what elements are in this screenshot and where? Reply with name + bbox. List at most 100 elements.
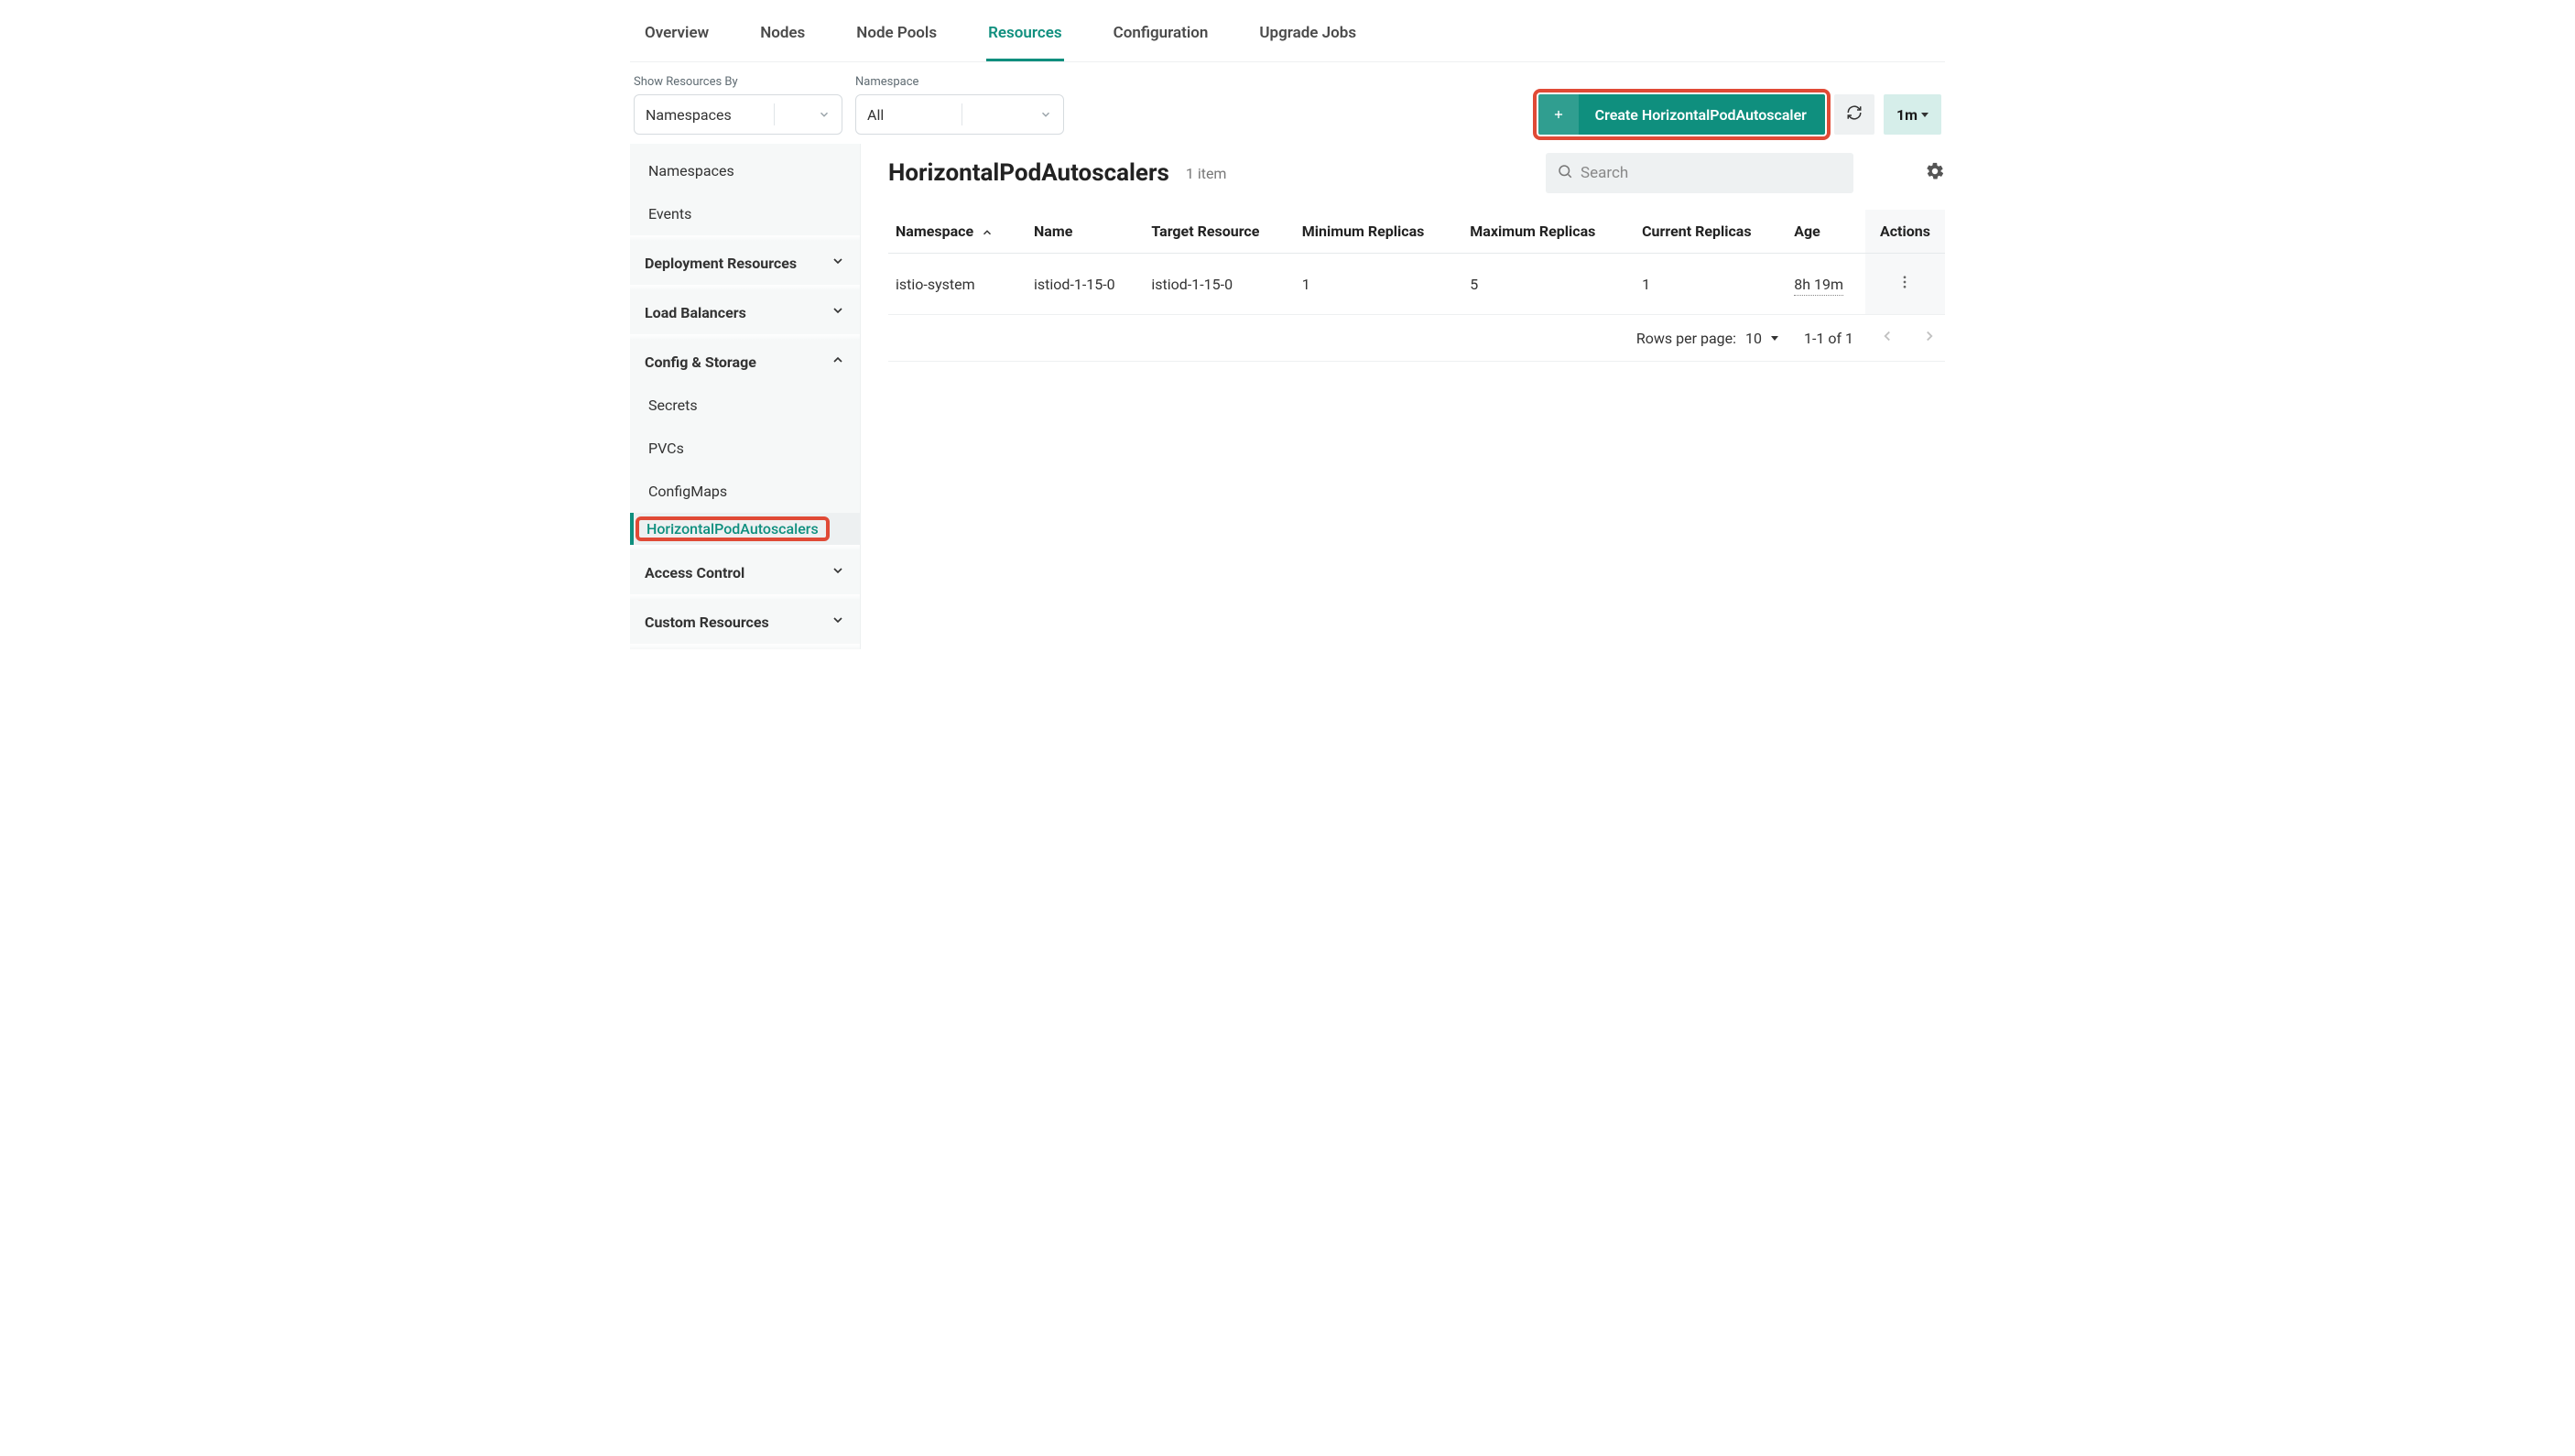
pagination: Rows per page: 10 1-1 of 1 [888,315,1945,362]
chevron-left-icon [1879,331,1896,348]
sidebar-item-pvcs[interactable]: PVCs [630,427,860,470]
chevron-down-icon [818,108,831,121]
chevron-right-icon [1921,331,1938,348]
sidebar-item-secrets[interactable]: Secrets [630,384,860,427]
col-actions: Actions [1865,210,1945,254]
sort-ascending-icon [981,226,994,239]
sidebar-item-label: Secrets [648,397,698,414]
cell-age: 8h 19m [1787,254,1865,315]
col-target-resource[interactable]: Target Resource [1144,210,1294,254]
sidebar-item-hpa[interactable]: HorizontalPodAutoscalers [630,513,860,545]
col-namespace[interactable]: Namespace [888,210,1027,254]
hpa-table: Namespace Name Target Resource Minimum R… [888,210,1945,315]
cell-max: 5 [1462,254,1635,315]
content-area: HorizontalPodAutoscalers 1 item [888,144,1945,362]
tab-node-pools[interactable]: Node Pools [854,15,939,61]
pagination-range: 1-1 of 1 [1804,330,1853,347]
col-label: Maximum Replicas [1470,223,1595,240]
sidebar-item-label: Events [648,205,691,223]
cell-name: istiod-1-15-0 [1027,254,1144,315]
sidebar-group-deployment-resources[interactable]: Deployment Resources [630,241,860,285]
table-row[interactable]: istio-system istiod-1-15-0 istiod-1-15-0… [888,254,1945,315]
col-name[interactable]: Name [1027,210,1144,254]
col-max-replicas[interactable]: Maximum Replicas [1462,210,1635,254]
resources-sidebar: Namespaces Events Deployment Resources L… [630,144,861,649]
tab-configuration[interactable]: Configuration [1112,15,1211,61]
col-label: Current Replicas [1642,223,1751,240]
highlight-create-button: Create HorizontalPodAutoscaler [1538,94,1825,135]
namespace-filter-value: All [867,106,884,124]
sidebar-group-label: Load Balancers [645,304,746,321]
refresh-interval-value: 1m [1896,106,1918,124]
chevron-down-icon [831,563,845,581]
col-min-replicas[interactable]: Minimum Replicas [1295,210,1463,254]
col-label: Name [1034,223,1072,240]
chevron-down-icon [831,303,845,321]
col-label: Minimum Replicas [1302,223,1425,240]
page-title: HorizontalPodAutoscalers [888,159,1169,187]
show-resources-by-select[interactable]: Namespaces [634,94,842,135]
plus-icon [1538,94,1579,135]
sidebar-item-label: HorizontalPodAutoscalers [639,515,826,543]
rows-per-page-select[interactable]: 10 [1745,330,1778,347]
sidebar-group-custom-resources[interactable]: Custom Resources [630,600,860,644]
chevron-down-icon [831,254,845,272]
next-page-button[interactable] [1921,328,1938,348]
cell-namespace: istio-system [888,254,1027,315]
sidebar-group-label: Custom Resources [645,614,769,631]
cell-min: 1 [1295,254,1463,315]
tab-upgrade-jobs[interactable]: Upgrade Jobs [1257,15,1358,61]
refresh-interval-select[interactable]: 1m [1884,94,1941,135]
sidebar-item-configmaps[interactable]: ConfigMaps [630,470,860,513]
sidebar-item-events[interactable]: Events [630,192,860,235]
search-field-wrap[interactable] [1546,153,1853,193]
caret-down-icon [1921,113,1929,117]
sidebar-group-label: Deployment Resources [645,255,797,272]
col-label: Actions [1880,223,1930,240]
rows-per-page-label: Rows per page: [1636,330,1736,347]
sidebar-item-label: ConfigMaps [648,483,727,500]
sidebar-item-namespaces[interactable]: Namespaces [630,149,860,192]
namespace-filter-select[interactable]: All [855,94,1064,135]
search-input[interactable] [1581,164,1842,182]
create-hpa-button[interactable]: Create HorizontalPodAutoscaler [1538,94,1825,135]
col-label: Target Resource [1151,223,1259,240]
sidebar-group-config-storage[interactable]: Config & Storage [630,340,860,384]
kebab-icon [1896,274,1913,294]
sidebar-group-label: Access Control [645,564,744,581]
sidebar-item-label: PVCs [648,440,684,457]
col-label: Namespace [896,223,973,240]
row-actions-button[interactable] [1896,274,1913,294]
rows-per-page-value: 10 [1745,330,1762,347]
filter-bar: Show Resources By Namespaces Namespace A… [630,62,1945,144]
refresh-button[interactable] [1834,94,1874,135]
item-count: 1 item [1186,165,1227,182]
cell-target: istiod-1-15-0 [1144,254,1294,315]
sidebar-group-load-balancers[interactable]: Load Balancers [630,290,860,334]
tab-resources[interactable]: Resources [986,15,1064,61]
highlight-sidebar-hpa: HorizontalPodAutoscalers [639,520,826,538]
active-indicator [630,513,634,545]
top-tabs: Overview Nodes Node Pools Resources Conf… [630,5,1945,62]
chevron-down-icon [831,613,845,631]
tab-nodes[interactable]: Nodes [758,15,807,61]
col-age[interactable]: Age [1787,210,1865,254]
caret-down-icon [1771,336,1778,341]
age-value: 8h 19m [1794,276,1843,296]
col-current-replicas[interactable]: Current Replicas [1635,210,1787,254]
col-label: Age [1794,223,1820,240]
gear-icon [1925,168,1945,185]
tab-overview[interactable]: Overview [643,15,711,61]
prev-page-button[interactable] [1879,328,1896,348]
show-resources-by-label: Show Resources By [634,75,842,89]
namespace-filter-label: Namespace [855,75,1064,89]
show-resources-by-value: Namespaces [646,106,732,124]
settings-button[interactable] [1925,161,1945,185]
sidebar-group-label: Config & Storage [645,353,756,371]
sidebar-item-label: Namespaces [648,162,734,179]
refresh-icon [1846,104,1863,125]
chevron-up-icon [831,353,845,371]
sidebar-group-access-control[interactable]: Access Control [630,550,860,594]
chevron-down-icon [1039,108,1052,121]
cell-current: 1 [1635,254,1787,315]
